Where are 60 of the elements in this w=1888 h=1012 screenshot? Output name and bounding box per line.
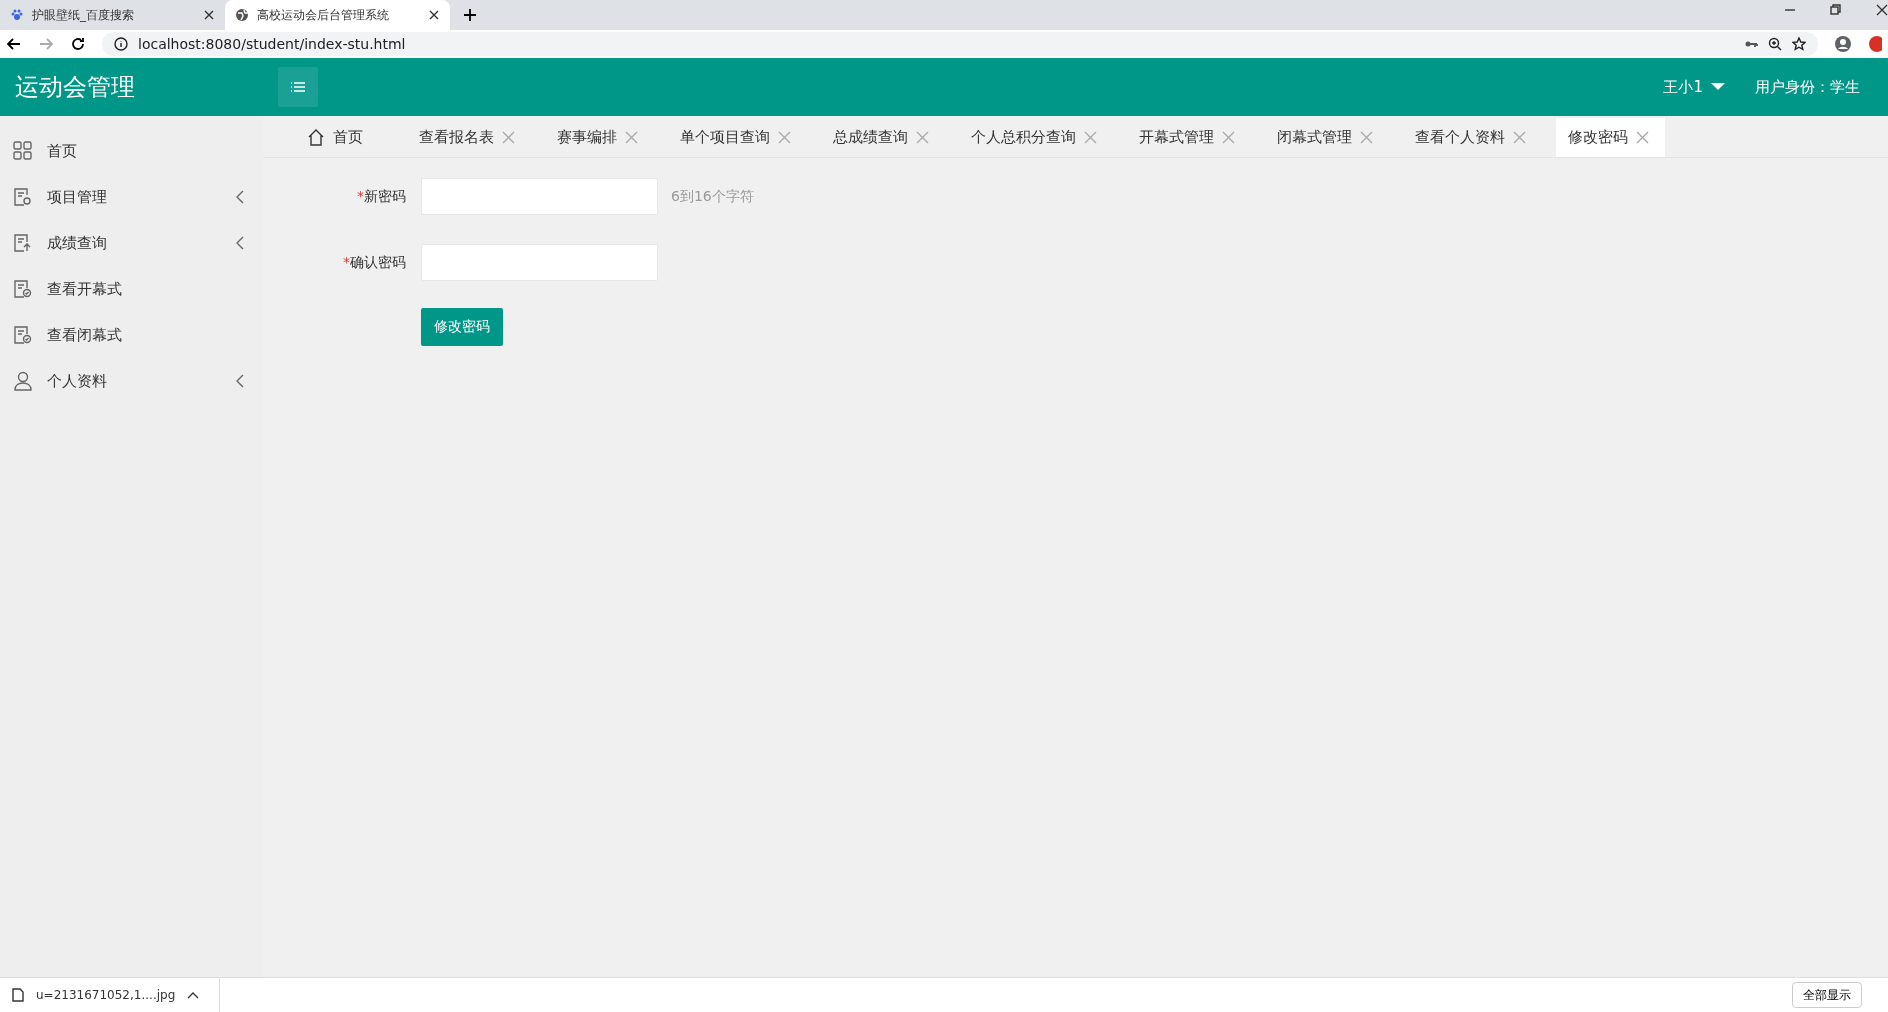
page-tab[interactable]: 开幕式管理 [1127, 118, 1251, 157]
person-icon [13, 371, 33, 391]
close-icon[interactable] [428, 9, 440, 21]
menu-toggle-button[interactable] [278, 67, 318, 107]
url-text: localhost:8080/student/index-stu.html [138, 36, 407, 52]
document-check-icon [13, 279, 33, 299]
password-input[interactable] [421, 244, 658, 281]
app-title: 运动会管理 [14, 72, 136, 103]
restore-icon[interactable] [1830, 4, 1842, 16]
forward-icon[interactable] [38, 36, 54, 52]
sidebar-item[interactable]: 个人资料 [0, 358, 263, 404]
extension-icon[interactable] [1868, 35, 1882, 53]
document-arrow-icon [13, 233, 33, 253]
grid-icon [13, 141, 33, 161]
sidebar-item[interactable]: 成绩查询 [0, 220, 263, 266]
file-icon [12, 988, 24, 1002]
sidebar-item[interactable]: 项目管理 [0, 174, 263, 220]
browser-tab-title: 高校运动会后台管理系统 [257, 6, 390, 24]
document-gear-icon [13, 187, 33, 207]
page-tab[interactable]: 总成绩查询 [821, 118, 945, 157]
home-icon [307, 129, 325, 146]
field-label: *确认密码 [342, 253, 406, 272]
sidebar-item[interactable]: 首页 [0, 128, 263, 174]
document-check-icon [13, 325, 33, 345]
page-tab[interactable]: 闭幕式管理 [1265, 118, 1389, 157]
star-icon[interactable] [1792, 37, 1806, 51]
page-tab[interactable]: 单个项目查询 [668, 118, 807, 157]
chevron-up-icon[interactable] [187, 990, 200, 1000]
sidebar-item[interactable]: 查看开幕式 [0, 266, 263, 312]
browser-tab[interactable]: 护眼壁纸_百度搜索 [0, 0, 225, 30]
field-hint: 6到16个字符 [671, 187, 754, 206]
back-icon[interactable] [6, 36, 22, 52]
plus-icon[interactable] [462, 7, 478, 23]
reload-icon[interactable] [70, 36, 86, 52]
caret-icon [1711, 83, 1725, 91]
field-label: *新密码 [356, 187, 406, 206]
account-icon[interactable] [1834, 35, 1852, 53]
paw-icon [10, 9, 24, 21]
close-icon[interactable] [1876, 4, 1888, 16]
submit-button[interactable]: 修改密码 [421, 308, 503, 346]
page-tab[interactable]: 个人总积分查询 [959, 118, 1113, 157]
page-tab[interactable]: 首页 [295, 118, 379, 157]
page-tab[interactable]: 赛事编排 [545, 118, 654, 157]
page-tab[interactable]: 查看报名表 [407, 118, 531, 157]
zoom-icon[interactable] [1768, 37, 1782, 51]
address-bar[interactable]: localhost:8080/student/index-stu.html [102, 32, 1818, 56]
sidebar-item[interactable]: 查看闭幕式 [0, 312, 263, 358]
browser-tab-title: 护眼壁纸_百度搜索 [32, 6, 135, 24]
close-icon[interactable] [203, 9, 215, 21]
menu-icon [289, 80, 307, 94]
show-all-button[interactable]: 全部显示 [1792, 982, 1862, 1008]
user-role: 用户身份：学生 [1755, 77, 1860, 97]
globe-icon [235, 8, 249, 22]
download-filename[interactable]: u=2131671052,1....jpg [36, 988, 176, 1002]
info-icon [114, 37, 128, 51]
page-tab[interactable]: 修改密码 [1556, 118, 1665, 157]
password-input[interactable] [421, 178, 658, 215]
user-menu[interactable]: 王小1 [1663, 77, 1725, 97]
page-tab[interactable]: 查看个人资料 [1403, 118, 1542, 157]
browser-tab[interactable]: 高校运动会后台管理系统 [225, 0, 450, 30]
